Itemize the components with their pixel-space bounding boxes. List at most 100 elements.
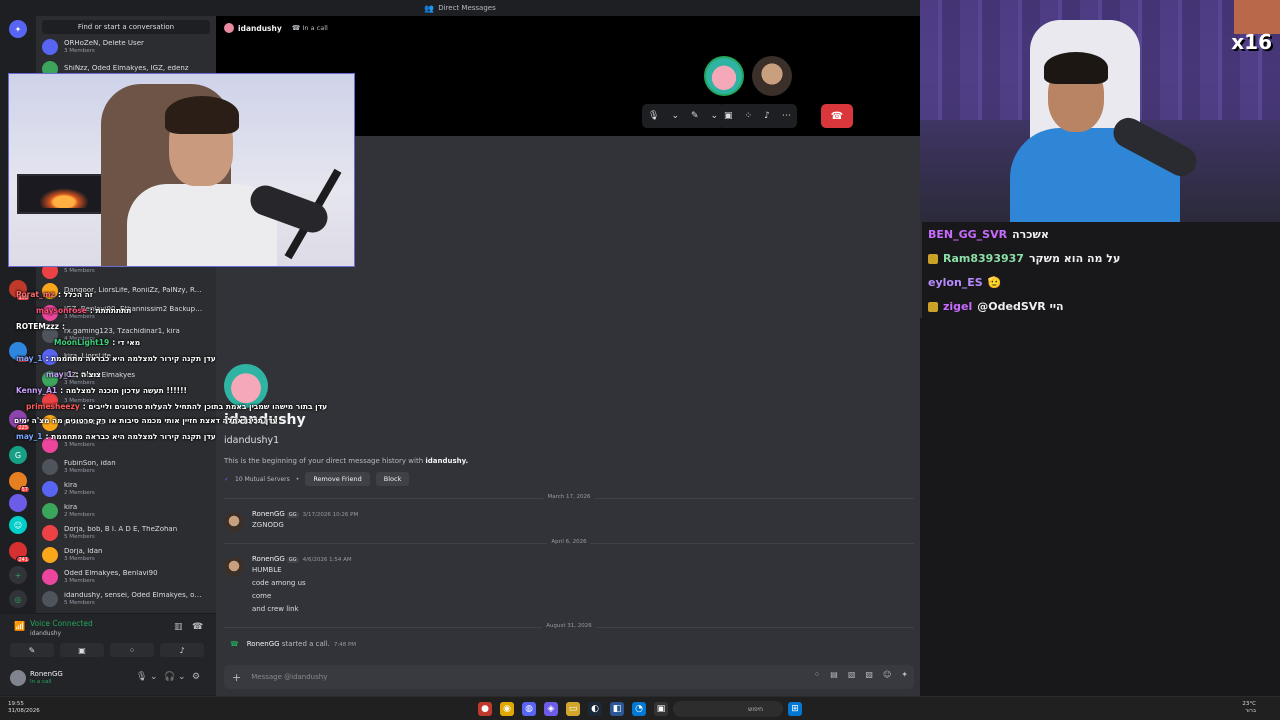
message-input[interactable]: Message @idandushy: [251, 673, 327, 681]
server-icon[interactable]: ☺: [9, 516, 27, 534]
app-icon[interactable]: ▣: [654, 702, 668, 716]
soundboard-icon[interactable]: ✦: [901, 670, 908, 679]
dm-list-item[interactable]: idandushy, sensei, Oded Elmakyes, ome...…: [42, 588, 212, 610]
stream-chat-user[interactable]: zigel: [943, 300, 972, 313]
soundboard-icon[interactable]: ♪: [764, 111, 770, 121]
windows-start-icon[interactable]: ⊞: [788, 702, 802, 716]
dm-list-item[interactable]: Dorja, bob, B I. A D E, TheZohan 5 Member…: [42, 522, 212, 544]
activities-icon[interactable]: ⁘: [745, 111, 753, 121]
screen-share-icon[interactable]: ▣: [724, 111, 733, 121]
dm-item-members: 3 Members: [64, 577, 95, 584]
end-call-button[interactable]: ☎: [821, 104, 853, 128]
microphone-icon[interactable]: 🎙: [136, 672, 147, 682]
edge-icon[interactable]: ◔: [632, 702, 646, 716]
message-author[interactable]: RonenGG: [252, 510, 285, 518]
dm-list-item[interactable]: kira 2 Members: [42, 478, 212, 500]
sticker-icon[interactable]: ▨: [865, 670, 873, 679]
avatar[interactable]: [10, 670, 26, 686]
dm-list-item[interactable]: ORHoZeN, Delete User 3 Members: [42, 36, 212, 58]
chevron-down-icon[interactable]: ⌄: [178, 672, 186, 682]
clock[interactable]: 19:55 31/08/2026: [8, 701, 40, 715]
clock-date: 31/08/2026: [8, 708, 40, 715]
gif-icon[interactable]: ▧: [848, 670, 856, 679]
disconnect-icon[interactable]: ☎: [192, 622, 203, 632]
server-icon[interactable]: [9, 494, 27, 512]
apps-icon[interactable]: ⁘: [814, 670, 821, 679]
message-composer[interactable]: + Message @idandushy ⁘ ▤ ▧ ▨ ☺ ✦: [224, 665, 914, 689]
server-icon[interactable]: G: [9, 446, 27, 464]
voice-status: Voice Connected: [30, 619, 93, 628]
noise-suppression-icon[interactable]: ▥: [174, 622, 183, 632]
dm-search-input[interactable]: Find or start a conversation: [42, 20, 210, 34]
avatar: [42, 591, 58, 607]
dm-item-text: idandushy, sensei, Oded Elmakyes, ome...…: [64, 592, 204, 606]
remove-friend-button[interactable]: Remove Friend: [305, 472, 370, 486]
dm-item-name: FubinSon, idan: [64, 460, 116, 468]
folder-icon[interactable]: ▭: [566, 702, 580, 716]
app-icon[interactable]: ◧: [610, 702, 624, 716]
chrome-icon[interactable]: ◉: [500, 702, 514, 716]
webcam-overlay: [8, 73, 355, 267]
dm-list-item[interactable]: FubinSon, idan 3 Members: [42, 456, 212, 478]
date-divider: April 6, 2026: [224, 539, 914, 551]
dm-item-text: ShiNzz, Oded Elmakyes, IGZ, edenz: [64, 65, 204, 73]
call-log-message: ☎ RonenGG started a call. 7:48 PM: [230, 640, 356, 648]
soundboard-button[interactable]: ♪: [160, 643, 204, 657]
stream-chat-user[interactable]: BEN_GG_SVR: [928, 228, 1007, 241]
weather[interactable]: 23°C ברור: [1242, 701, 1256, 715]
mutual-servers[interactable]: 10 Mutual Servers: [235, 476, 290, 483]
stream-chat-user[interactable]: eylon_ES: [928, 276, 983, 289]
taskbar-search[interactable]: חיפוש: [673, 701, 783, 717]
server-icon[interactable]: 57: [9, 472, 30, 493]
dm-item-name: Oded Elmakyes, Benlavi90: [64, 570, 158, 578]
emoji-icon[interactable]: ☺: [883, 670, 891, 679]
chevron-down-icon[interactable]: ⌄: [150, 672, 158, 682]
chevron-down-icon[interactable]: ⌄: [671, 111, 679, 121]
call-log-author[interactable]: RonenGG: [247, 640, 280, 648]
phone-icon: ☎: [230, 640, 239, 648]
home-button[interactable]: ✦: [9, 20, 27, 38]
discord-icon[interactable]: ◍: [522, 702, 536, 716]
avatar[interactable]: [224, 557, 244, 577]
steam-icon[interactable]: ◐: [588, 702, 602, 716]
overlay-chat-line: may_1: עדן תקנה קירור למצלמה היא כבראה מ…: [16, 354, 216, 363]
message-line: code among us: [252, 579, 306, 587]
chevron-down-icon[interactable]: ⌄: [711, 111, 719, 121]
stream-chat-user[interactable]: Ram8393937: [943, 252, 1024, 265]
activities-button[interactable]: ⁘: [110, 643, 154, 657]
avatar[interactable]: [224, 512, 244, 532]
dm-item-members: 5 Members: [64, 533, 95, 540]
dm-list-item[interactable]: Dorja, Idan 3 Members: [42, 544, 212, 566]
gear-icon[interactable]: ⚙: [192, 672, 200, 682]
add-server-icon[interactable]: +: [9, 566, 27, 584]
search-label: חיפוש: [748, 705, 763, 713]
message-author[interactable]: RonenGG: [252, 555, 285, 563]
dm-item-members: 2 Members: [64, 511, 95, 518]
headphones-icon[interactable]: 🎧: [164, 672, 175, 682]
voice-connected-panel: 📶 Voice Connected idandushy ▥ ☎ ✎ ▣ ⁘ ♪: [0, 613, 216, 661]
add-attachment-icon[interactable]: +: [232, 671, 241, 684]
user-panel: RonenGG In a call 🎙 ⌄ 🎧 ⌄ ⚙: [0, 661, 216, 695]
more-icon[interactable]: ⋯: [782, 111, 791, 121]
dm-item-text: kira 2 Members: [64, 482, 204, 496]
dm-list-item[interactable]: Oded Elmakyes, Benlavi90 3 Members: [42, 566, 212, 588]
app-icon[interactable]: ●: [478, 702, 492, 716]
app-icon[interactable]: ◈: [544, 702, 558, 716]
call-participant-avatar[interactable]: [752, 56, 792, 96]
screen: 👥 Direct Messages ✦ 198 126 225 G 57 ☺ 2…: [0, 0, 1280, 720]
dm-list-item[interactable]: kira 2 Members: [42, 500, 212, 522]
screen-share-button[interactable]: ▣: [60, 643, 104, 657]
overlay-chat-line: Porat_mz: זה הכלל: [16, 290, 93, 299]
discover-icon[interactable]: ◎: [9, 590, 27, 608]
dm-item-text: 3 Members: [64, 442, 204, 448]
call-participant-avatar[interactable]: [704, 56, 744, 96]
camera-off-icon[interactable]: ✎: [691, 111, 699, 121]
block-button[interactable]: Block: [375, 472, 410, 486]
avatar: [42, 39, 58, 55]
dm-handle: idandushy1: [224, 435, 280, 446]
server-icon[interactable]: 241: [9, 542, 30, 563]
gift-icon[interactable]: ▤: [830, 670, 838, 679]
camera-off-button[interactable]: ✎: [10, 643, 54, 657]
microphone-icon[interactable]: 🎙: [648, 111, 659, 121]
date-divider: March 17, 2026: [224, 494, 914, 506]
